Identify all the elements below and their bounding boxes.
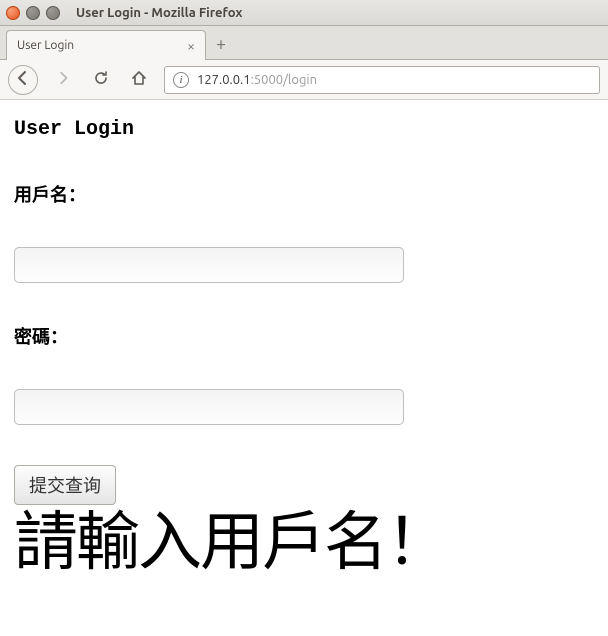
url-path: :5000/login [251, 73, 317, 87]
tab-strip: User Login × + [0, 26, 608, 60]
back-button[interactable] [8, 65, 38, 95]
tab-label: User Login [17, 39, 179, 52]
window-minimize-icon[interactable] [26, 6, 40, 20]
reload-icon [93, 70, 109, 90]
password-input[interactable] [14, 389, 404, 425]
site-info-icon[interactable]: i [173, 72, 189, 88]
username-input[interactable] [14, 247, 404, 283]
new-tab-button[interactable]: + [206, 29, 236, 59]
page-content: User Login 用戶名： 密碼： 提交查询 請輸入用戶名！ [0, 100, 608, 636]
window-maximize-icon[interactable] [46, 6, 60, 20]
arrow-left-icon [15, 70, 31, 90]
window-titlebar: User Login - Mozilla Firefox [0, 0, 608, 26]
window-close-icon[interactable] [6, 6, 20, 20]
url-host: 127.0.0.1 [197, 73, 251, 87]
reload-button[interactable] [88, 67, 114, 93]
tab-user-login[interactable]: User Login × [6, 30, 206, 60]
home-icon [131, 70, 147, 90]
nav-toolbar: i 127.0.0.1:5000/login [0, 60, 608, 100]
plus-icon: + [216, 34, 226, 54]
window-title: User Login - Mozilla Firefox [76, 6, 242, 20]
error-message: 請輸入用戶名！ [14, 509, 594, 576]
home-button[interactable] [126, 67, 152, 93]
password-label: 密碼： [14, 323, 594, 349]
arrow-right-icon [56, 71, 70, 89]
submit-button[interactable]: 提交查询 [14, 465, 116, 505]
url-bar[interactable]: i 127.0.0.1:5000/login [164, 66, 600, 94]
page-heading: User Login [14, 118, 594, 141]
tab-close-icon[interactable]: × [187, 39, 195, 53]
username-label: 用戶名： [14, 181, 594, 207]
forward-button [50, 67, 76, 93]
url-text: 127.0.0.1:5000/login [197, 73, 317, 87]
